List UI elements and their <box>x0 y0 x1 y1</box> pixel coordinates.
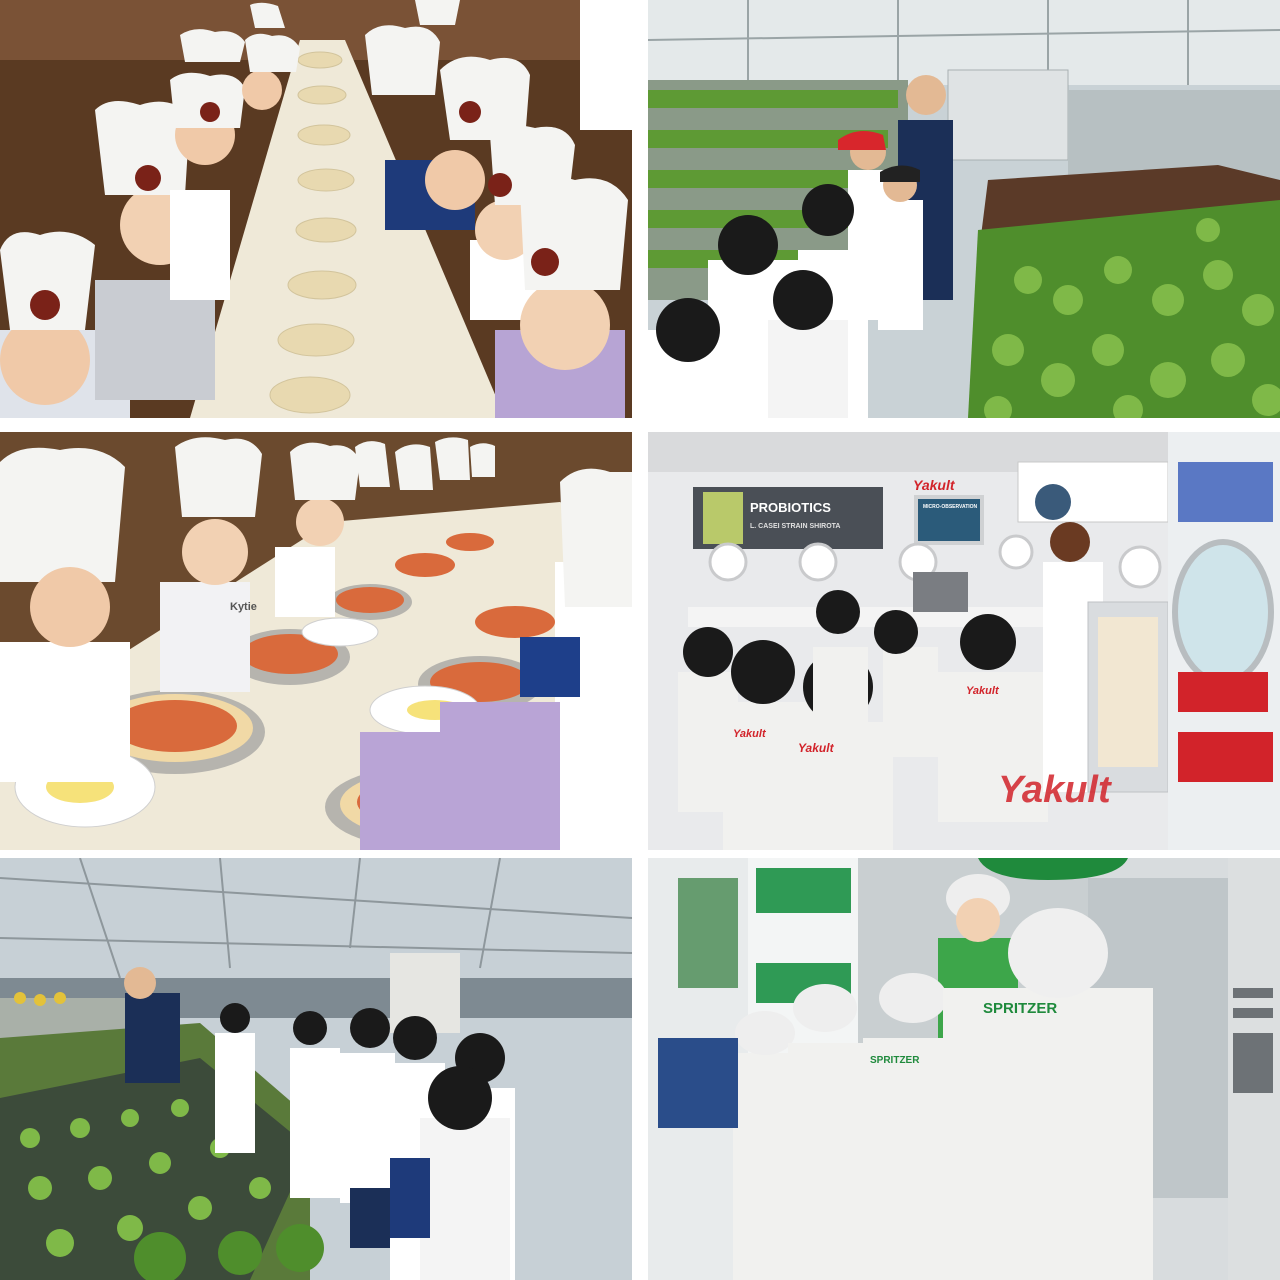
greenhouse-scene <box>0 858 632 1280</box>
lettuce-field <box>968 200 1280 418</box>
hydroponic-farm-scene <box>648 0 1280 418</box>
photo-spritzer-factory: SPRITZER SPRITZER <box>648 858 1280 1280</box>
pizza-topping-scene: Kytie <box>0 432 632 850</box>
photo-pizza-kids-seated <box>0 0 632 418</box>
board-subtitle: L. CASEI STRAIN SHIROTA <box>750 523 840 530</box>
floor-yakult-logo: Yakult <box>998 769 1112 811</box>
board-title: PROBIOTICS <box>750 500 831 515</box>
coat-logo-2: Yakult <box>798 741 835 755</box>
coat-logo-large: SPRITZER <box>983 1000 1057 1017</box>
spritzer-factory-scene: SPRITZER SPRITZER <box>648 858 1280 1280</box>
name-tag: Kytie <box>230 601 257 613</box>
coat-logo-3: Yakult <box>966 685 1000 697</box>
photo-greenhouse-tour <box>0 858 632 1280</box>
yakult-lab-scene: PROBIOTICS L. CASEI STRAIN SHIROTA Yakul… <box>648 432 1280 850</box>
photo-hydroponic-farm <box>648 0 1280 418</box>
yakult-wall-logo: Yakult <box>913 477 956 493</box>
coat-logo-small: SPRITZER <box>870 1055 920 1066</box>
photo-yakult-lab: PROBIOTICS L. CASEI STRAIN SHIROTA Yakul… <box>648 432 1280 850</box>
screen-label: MICRO-OBSERVATION <box>923 504 978 510</box>
photo-pizza-topping: Kytie <box>0 432 632 850</box>
pizza-kids-scene <box>0 0 632 418</box>
coat-logo-1: Yakult <box>733 728 767 740</box>
